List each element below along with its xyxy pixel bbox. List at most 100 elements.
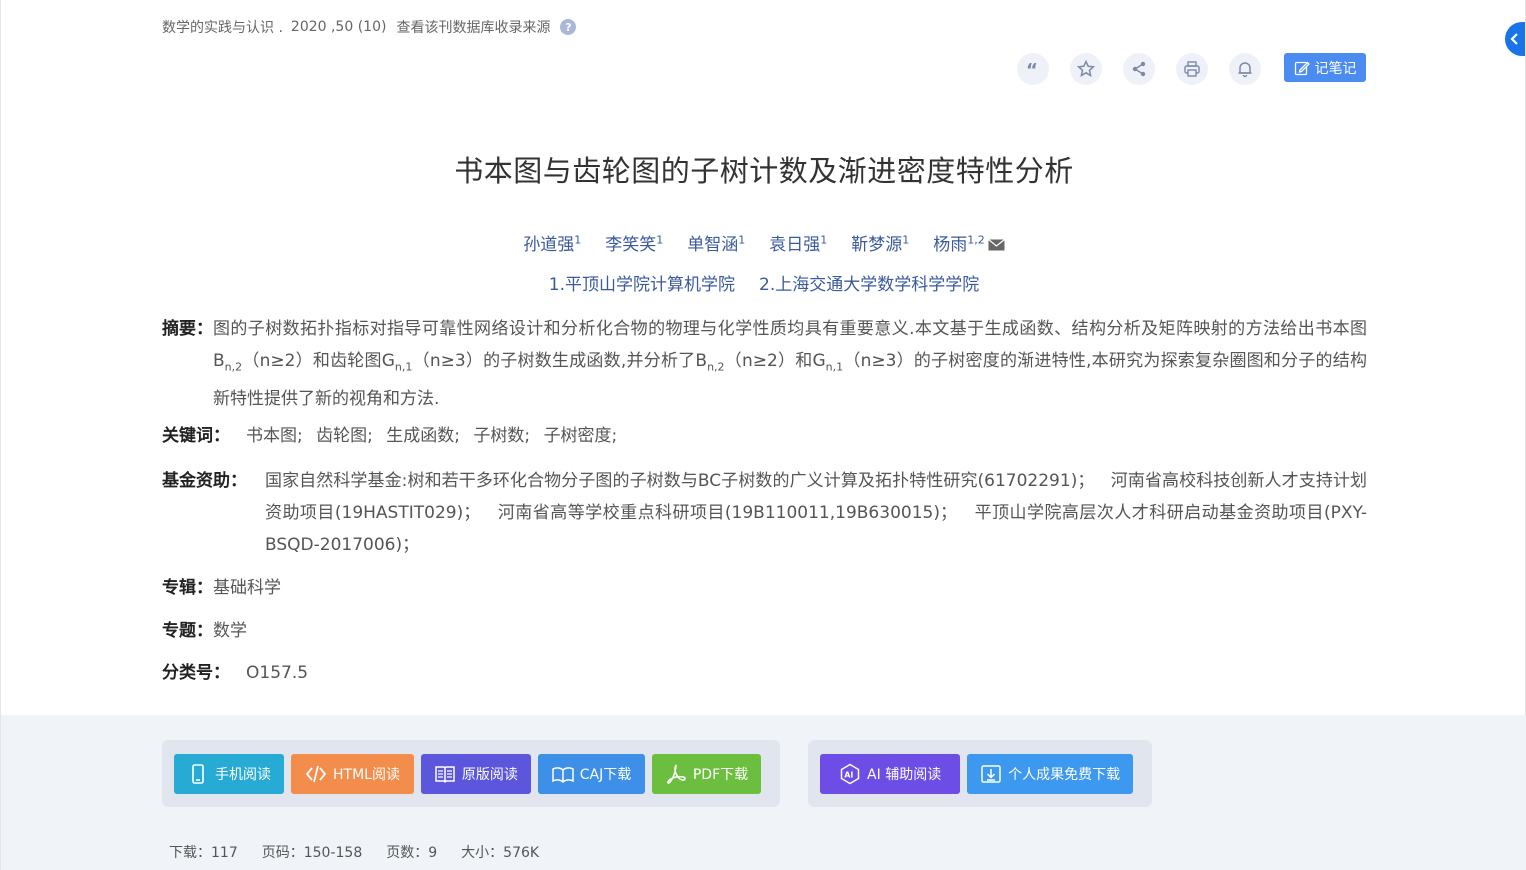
abstract-section: 摘要： 图的子树数拓扑指标对指导可靠性网络设计和分析化合物的物理与化学性质均具有…: [162, 313, 1367, 415]
author-affiliation-index: 1: [820, 233, 828, 247]
topic-section: 专题： 数学: [162, 615, 1367, 647]
classification-label: 分类号：: [162, 663, 230, 683]
keywords-section: 关键词： 书本图; 齿轮图; 生成函数; 子树数; 子树密度;: [162, 420, 1367, 452]
funding-list: 国家自然科学基金:树和若干多环化合物分子图的子树数与BC子树数的广义计算及拓扑特…: [265, 465, 1367, 561]
author-name: 靳梦源: [851, 235, 903, 255]
affiliation-list: 1.平顶山学院计算机学院 2.上海交通大学数学科学学院: [1, 270, 1526, 295]
author-link[interactable]: 靳梦源1: [851, 230, 909, 255]
author-link[interactable]: 李笑笑1: [605, 230, 663, 255]
topic-value: 数学: [213, 621, 247, 641]
ai-assist-read-label: AI 辅助阅读: [867, 766, 942, 783]
article-title: 书本图与齿轮图的子树计数及渐进密度特性分析: [454, 154, 1074, 188]
funding-item[interactable]: 河南省高等学校重点科研项目(19B110011,19B630015)；: [498, 503, 957, 523]
keywords-label: 关键词：: [162, 426, 230, 446]
classification-section: 分类号： O157.5: [162, 657, 1367, 689]
open-book-icon: [435, 765, 455, 783]
abstract-subscript: n,1: [394, 360, 413, 374]
funding-section: 基金资助： 国家自然科学基金:树和若干多环化合物分子图的子树数与BC子树数的广义…: [162, 465, 1367, 561]
author-name: 袁日强: [769, 235, 821, 255]
author-link[interactable]: 孙道强1: [523, 230, 581, 255]
download-icon: [981, 764, 1001, 783]
take-note-button[interactable]: 记笔记: [1284, 53, 1366, 82]
author-name: 杨雨: [933, 235, 968, 255]
affiliation-link[interactable]: 2.上海交通大学数学科学学院: [759, 270, 979, 295]
page-count: 页数：9: [386, 845, 438, 861]
affiliation-link[interactable]: 1.平顶山学院计算机学院: [549, 270, 735, 295]
abstract-text-part: （n≥2）和齿轮图G: [242, 351, 395, 371]
article-toolbar: “: [1017, 53, 1282, 85]
cite-button[interactable]: “: [1017, 53, 1049, 85]
keyword-link[interactable]: 子树数;: [473, 426, 530, 446]
take-note-label: 记笔记: [1314, 60, 1357, 77]
share-icon: [1132, 61, 1146, 77]
help-icon[interactable]: ?: [560, 19, 577, 35]
keyword-link[interactable]: 生成函数;: [386, 426, 460, 446]
book-icon: [551, 766, 574, 783]
collection-section: 专辑： 基础科学: [162, 572, 1367, 604]
author-link[interactable]: 单智涵1: [687, 230, 745, 255]
abstract-subscript: n,2: [707, 360, 725, 374]
html-read-button[interactable]: HTML阅读: [291, 753, 414, 794]
author-affiliation-index: 1: [574, 233, 582, 247]
svg-text:“: “: [1026, 60, 1038, 78]
subscribe-button[interactable]: [1229, 53, 1261, 85]
phone-icon: [192, 763, 204, 784]
share-button[interactable]: [1123, 53, 1155, 85]
author-link[interactable]: 杨雨1,2: [933, 230, 1005, 255]
abstract-text: 图的子树数拓扑指标对指导可靠性网络设计和分析化合物的物理与化学性质均具有重要意义…: [213, 313, 1367, 415]
journal-link[interactable]: 数学的实践与认识 .: [162, 17, 283, 37]
favorite-button[interactable]: [1070, 53, 1102, 85]
side-panel-toggle[interactable]: [1505, 22, 1525, 56]
print-button[interactable]: [1176, 53, 1208, 85]
abstract-subscript: n,1: [825, 360, 844, 374]
caj-download-button[interactable]: CAJ下载: [537, 753, 645, 794]
abstract-subscript: n,2: [224, 360, 243, 374]
author-affiliation-index: 1,2: [967, 233, 985, 247]
journal-issue[interactable]: 2020 ,50 (10): [291, 19, 387, 35]
svg-text:AI: AI: [844, 770, 853, 779]
author-list: 孙道强1 李笑笑1 单智涵1 袁日强1 靳梦源1 杨雨1,2: [1, 230, 1526, 255]
keyword-link[interactable]: 子树密度;: [544, 426, 618, 446]
abstract-label: 摘要：: [162, 319, 213, 339]
chevron-left-icon: [1510, 33, 1518, 45]
mobile-read-label: 手机阅读: [215, 766, 271, 783]
mail-icon[interactable]: [987, 239, 1005, 251]
caj-download-label: CAJ下载: [579, 766, 632, 783]
print-icon: [1184, 61, 1200, 77]
author-name: 单智涵: [687, 235, 739, 255]
original-read-button[interactable]: 原版阅读: [420, 753, 531, 794]
author-link[interactable]: 袁日强1: [769, 230, 827, 255]
page-range: 页码：150-158: [261, 845, 363, 861]
article-stats: 下载：117 页码：150-158 页数：9 大小：576K: [169, 842, 563, 862]
ai-download-group: AI AI 辅助阅读 个人成果免费下载: [808, 740, 1152, 807]
pdf-download-button[interactable]: PDF下载: [651, 753, 762, 794]
html-read-label: HTML阅读: [332, 766, 400, 783]
ai-assist-read-button[interactable]: AI AI 辅助阅读: [820, 753, 961, 794]
code-icon: [305, 765, 327, 782]
bell-icon: [1238, 62, 1252, 78]
read-download-group: 手机阅读 HTML阅读 原版阅读 CAJ下载 PDF下载: [162, 740, 780, 807]
file-size: 大小：576K: [461, 845, 540, 861]
collection-value: 基础科学: [213, 578, 281, 598]
classification-value: O157.5: [246, 663, 309, 683]
db-source-link[interactable]: 查看该刊数据库收录来源: [396, 17, 550, 37]
keyword-link[interactable]: 齿轮图;: [316, 426, 373, 446]
pen-note-icon: [1294, 61, 1310, 75]
pdf-icon: [666, 764, 686, 784]
article-page: 数学的实践与认识 . 2020 ,50 (10) 查看该刊数据库收录来源 ? “…: [0, 0, 1526, 870]
author-affiliation-index: 1: [656, 233, 664, 247]
keyword-link[interactable]: 书本图;: [246, 426, 303, 446]
funding-label: 基金资助：: [162, 471, 247, 491]
free-download-button[interactable]: 个人成果免费下载: [967, 753, 1133, 794]
funding-item[interactable]: 国家自然科学基金:树和若干多环化合物分子图的子树数与BC子树数的广义计算及拓扑特…: [265, 471, 1094, 491]
quote-icon: “: [1026, 60, 1038, 78]
author-affiliation-index: 1: [902, 233, 910, 247]
author-name: 李笑笑: [605, 235, 657, 255]
keyword-list: 书本图; 齿轮图; 生成函数; 子树数; 子树密度;: [246, 420, 1367, 452]
mobile-read-button[interactable]: 手机阅读: [174, 753, 285, 794]
free-download-label: 个人成果免费下载: [1008, 766, 1121, 783]
author-affiliation-index: 1: [738, 233, 746, 247]
topic-label: 专题：: [162, 621, 213, 641]
abstract-text-part: （n≥2）和G: [724, 351, 826, 371]
author-name: 孙道强: [523, 235, 575, 255]
